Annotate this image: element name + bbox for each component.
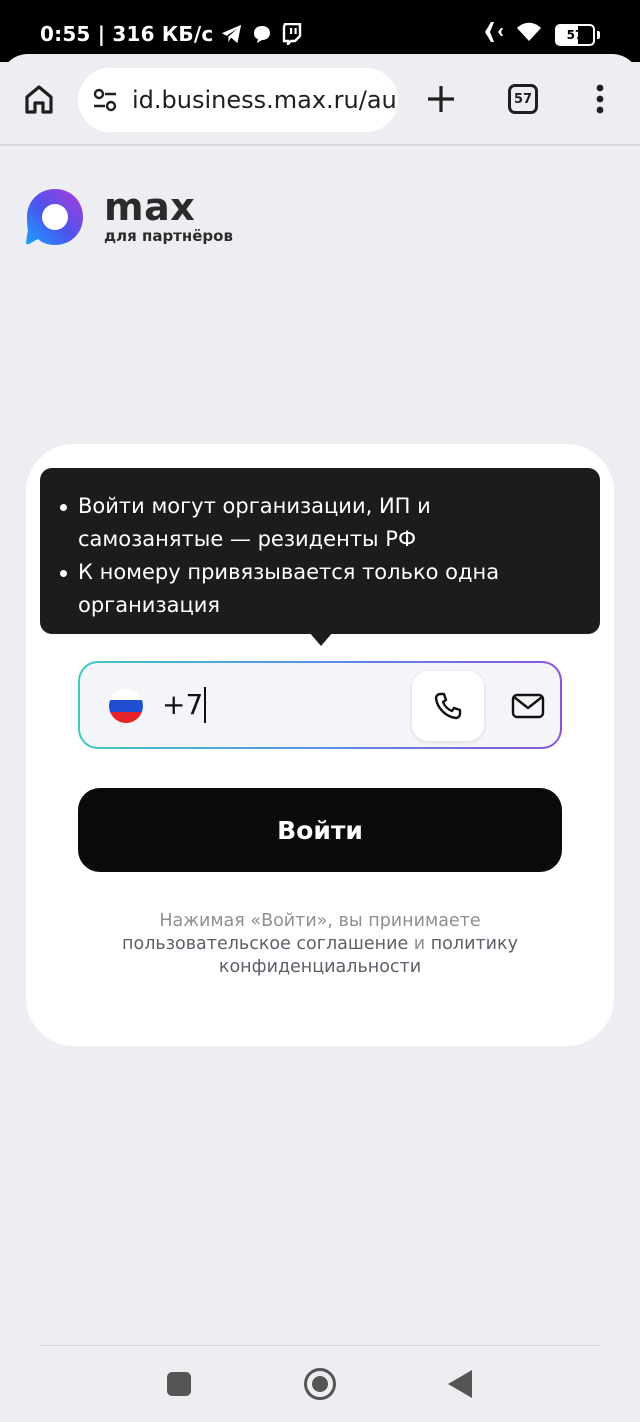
tooltip-item: Войти могут организации, ИП и самозаняты…: [58, 490, 580, 556]
twitch-icon: [281, 23, 303, 45]
status-right: 57: [475, 20, 600, 49]
mail-icon: [511, 693, 545, 719]
info-tooltip: Войти могут организации, ИП и самозаняты…: [40, 468, 600, 634]
email-method-button[interactable]: [492, 671, 564, 741]
airplane-icon: [475, 20, 503, 49]
legal-conjunction: и: [408, 934, 431, 954]
brand-logo: max для партнёров: [24, 186, 233, 248]
telegram-icon: [221, 23, 243, 45]
more-vert-icon[interactable]: [590, 82, 610, 116]
battery-icon: 57: [555, 23, 595, 46]
recents-icon[interactable]: [167, 1372, 191, 1396]
russia-flag-icon[interactable]: [109, 689, 143, 723]
chat-bubble-icon: [251, 23, 273, 45]
tab-count: 57: [513, 91, 533, 107]
browser-toolbar: id.business.max.ru/au 57: [0, 54, 640, 146]
tooltip-list: Войти могут организации, ИП и самозаняты…: [58, 490, 580, 622]
phone-icon: [434, 692, 462, 720]
plus-icon[interactable]: [424, 82, 458, 116]
agreement-link[interactable]: пользовательское соглашение: [122, 934, 408, 954]
nav-divider: [40, 1345, 600, 1346]
login-button[interactable]: Войти: [78, 788, 562, 872]
phone-input-inner[interactable]: +7: [80, 663, 560, 747]
tune-icon[interactable]: [92, 87, 118, 113]
wifi-icon: [515, 21, 543, 48]
phone-input-field[interactable]: +7: [78, 661, 562, 749]
max-logo-icon: [24, 186, 86, 248]
phone-input[interactable]: +7: [162, 687, 207, 723]
logo-subtitle: для партнёров: [104, 227, 233, 245]
logo-text: max для партнёров: [104, 185, 233, 245]
phone-method-button[interactable]: [412, 671, 484, 741]
tooltip-arrow: [309, 632, 333, 646]
status-time-speed: 0:55 | 316 КБ/с: [40, 22, 214, 46]
legal-prefix: Нажимая «Войти», вы принимаете: [159, 911, 481, 931]
home-icon[interactable]: [22, 82, 56, 116]
tooltip-item: К номеру привязывается только одна орган…: [58, 556, 580, 622]
status-bar: 0:55 | 316 КБ/с 57: [0, 0, 640, 62]
address-bar[interactable]: id.business.max.ru/au: [78, 68, 398, 132]
logo-name: max: [104, 185, 196, 229]
back-icon[interactable]: [448, 1370, 472, 1398]
legal-text: Нажимая «Войти», вы принимаете пользоват…: [78, 910, 562, 979]
url-text[interactable]: id.business.max.ru/au: [132, 86, 397, 114]
battery-level: 57: [566, 27, 584, 42]
status-left: 0:55 | 316 КБ/с: [40, 22, 303, 46]
tabs-icon[interactable]: 57: [508, 84, 538, 114]
home-nav-icon[interactable]: [304, 1368, 336, 1400]
